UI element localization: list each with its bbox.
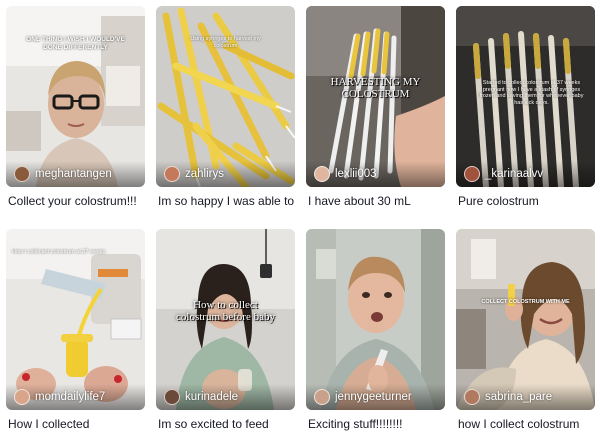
author-name[interactable]: sabrina_pare bbox=[485, 391, 552, 403]
avatar[interactable] bbox=[464, 389, 480, 405]
video-thumbnail[interactable]: How I collected colostrum at 37 weeks mo… bbox=[6, 229, 145, 410]
author-name[interactable]: _karinaalvv bbox=[485, 168, 543, 180]
author-bar: _karinaalvv bbox=[456, 161, 595, 187]
video-caption[interactable]: I have about 30 mL bbox=[308, 194, 445, 209]
video-card[interactable]: Using syringes to harvest my colostrum z… bbox=[156, 6, 295, 217]
video-caption[interactable]: Exciting stuff!!!!!!!! bbox=[308, 417, 445, 432]
thumbnail-image bbox=[6, 229, 145, 410]
video-card[interactable]: ONE THING I WISH I WOULD'VE DONE DIFFERE… bbox=[6, 6, 145, 217]
video-overlay-text: ONE THING I WISH I WOULD'VE DONE DIFFERE… bbox=[26, 36, 125, 51]
author-bar: sabrina_pare bbox=[456, 384, 595, 410]
video-card[interactable]: How to collect colostrum before baby kur… bbox=[156, 229, 295, 440]
avatar[interactable] bbox=[14, 389, 30, 405]
avatar[interactable] bbox=[314, 166, 330, 182]
video-caption[interactable]: Pure colostrum bbox=[458, 194, 595, 209]
author-bar: kurinadele bbox=[156, 384, 295, 410]
avatar[interactable] bbox=[464, 166, 480, 182]
video-card[interactable]: COLLECT COLOSTRUM WITH ME sabrina_pare h… bbox=[456, 229, 595, 440]
video-thumbnail[interactable]: How to collect colostrum before baby kur… bbox=[156, 229, 295, 410]
video-overlay-text: Started to collect colostrum at 37 weeks… bbox=[479, 80, 584, 106]
video-card[interactable]: jennygeeturner Exciting stuff!!!!!!!! bbox=[306, 229, 445, 440]
author-bar: meghantangen bbox=[6, 161, 145, 187]
author-name[interactable]: meghantangen bbox=[35, 168, 112, 180]
video-overlay-text: How I collected colostrum at 37 weeks bbox=[12, 249, 106, 255]
video-thumbnail[interactable]: HARVESTING MY COLOSTRUM lexlii003 bbox=[306, 6, 445, 187]
avatar[interactable] bbox=[164, 389, 180, 405]
avatar[interactable] bbox=[14, 166, 30, 182]
avatar[interactable] bbox=[314, 389, 330, 405]
video-overlay-text: COLLECT COLOSTRUM WITH ME bbox=[481, 299, 570, 305]
author-name[interactable]: kurinadele bbox=[185, 391, 238, 403]
author-bar: momdailylife7 bbox=[6, 384, 145, 410]
author-name[interactable]: jennygeeturner bbox=[335, 391, 412, 403]
video-caption[interactable]: Collect your colostrum!!! bbox=[8, 194, 145, 209]
author-name[interactable]: momdailylife7 bbox=[35, 391, 105, 403]
author-name[interactable]: zahlirys bbox=[185, 168, 224, 180]
thumbnail-image bbox=[456, 229, 595, 410]
video-overlay-text: How to collect colostrum before baby bbox=[176, 299, 275, 323]
video-caption[interactable]: Im so happy I was able to bbox=[158, 194, 295, 209]
video-overlay-text: HARVESTING MY COLOSTRUM bbox=[330, 76, 421, 100]
video-card[interactable]: HARVESTING MY COLOSTRUM lexlii003 I have… bbox=[306, 6, 445, 217]
video-thumbnail[interactable]: Using syringes to harvest my colostrum z… bbox=[156, 6, 295, 187]
video-thumbnail[interactable]: COLLECT COLOSTRUM WITH ME sabrina_pare bbox=[456, 229, 595, 410]
author-bar: lexlii003 bbox=[306, 161, 445, 187]
video-overlay-text: Using syringes to harvest my colostrum bbox=[190, 36, 261, 49]
thumbnail-image bbox=[156, 6, 295, 187]
author-bar: jennygeeturner bbox=[306, 384, 445, 410]
avatar[interactable] bbox=[164, 166, 180, 182]
video-caption[interactable]: How I collected bbox=[8, 417, 145, 432]
thumbnail-image bbox=[306, 229, 445, 410]
thumbnail-image bbox=[6, 6, 145, 187]
video-thumbnail[interactable]: jennygeeturner bbox=[306, 229, 445, 410]
video-card[interactable]: Started to collect colostrum at 37 weeks… bbox=[456, 6, 595, 217]
video-caption[interactable]: Im so excited to feed bbox=[158, 417, 295, 432]
video-grid: ONE THING I WISH I WOULD'VE DONE DIFFERE… bbox=[6, 6, 595, 440]
video-thumbnail[interactable]: ONE THING I WISH I WOULD'VE DONE DIFFERE… bbox=[6, 6, 145, 187]
author-bar: zahlirys bbox=[156, 161, 295, 187]
video-card[interactable]: How I collected colostrum at 37 weeks mo… bbox=[6, 229, 145, 440]
video-thumbnail[interactable]: Started to collect colostrum at 37 weeks… bbox=[456, 6, 595, 187]
author-name[interactable]: lexlii003 bbox=[335, 168, 377, 180]
video-caption[interactable]: how I collect colostrum bbox=[458, 417, 595, 432]
